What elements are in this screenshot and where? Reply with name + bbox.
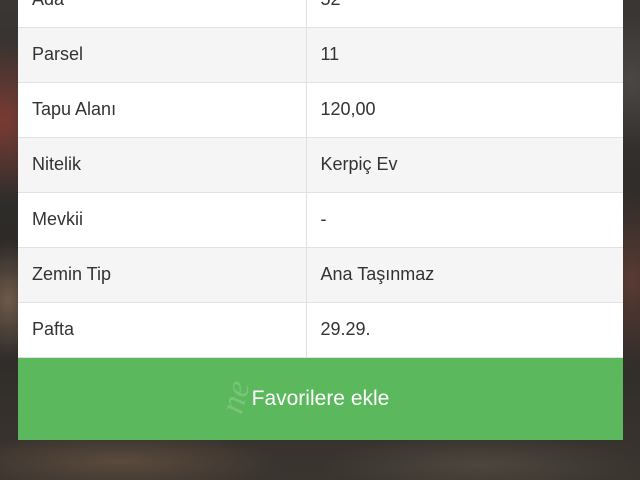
row-value-zemin-tip: Ana Taşınmaz — [306, 247, 623, 303]
row-label-pafta: Pafta — [18, 302, 307, 358]
property-info-table: Ada 52 Parsel 11 Tapu Alanı 120,00 Nitel… — [18, 0, 623, 358]
row-value-ada: 52 — [306, 0, 623, 28]
row-value-pafta: 29.29. — [306, 302, 623, 358]
row-label-zemin-tip: Zemin Tip — [18, 247, 307, 303]
table-row: Ada 52 — [18, 0, 623, 28]
table-row: Nitelik Kerpiç Ev — [18, 137, 623, 193]
table-row: Mevkii - — [18, 192, 623, 248]
row-label-nitelik: Nitelik — [18, 137, 307, 193]
table-row: Tapu Alanı 120,00 — [18, 82, 623, 138]
row-label-mevkii: Mevkii — [18, 192, 307, 248]
row-label-parsel: Parsel — [18, 27, 307, 83]
row-value-nitelik: Kerpiç Ev — [306, 137, 623, 193]
table-row: Parsel 11 — [18, 27, 623, 83]
row-label-ada: Ada — [18, 0, 307, 28]
property-info-panel: Ada 52 Parsel 11 Tapu Alanı 120,00 Nitel… — [18, 0, 623, 358]
table-row: Pafta 29.29. — [18, 302, 623, 358]
add-to-favorites-button[interactable]: Favorilere ekle — [18, 358, 623, 440]
row-label-tapu-alani: Tapu Alanı — [18, 82, 307, 138]
row-value-tapu-alani: 120,00 — [306, 82, 623, 138]
table-row: Zemin Tip Ana Taşınmaz — [18, 247, 623, 303]
row-value-mevkii: - — [306, 192, 623, 248]
row-value-parsel: 11 — [306, 27, 623, 83]
